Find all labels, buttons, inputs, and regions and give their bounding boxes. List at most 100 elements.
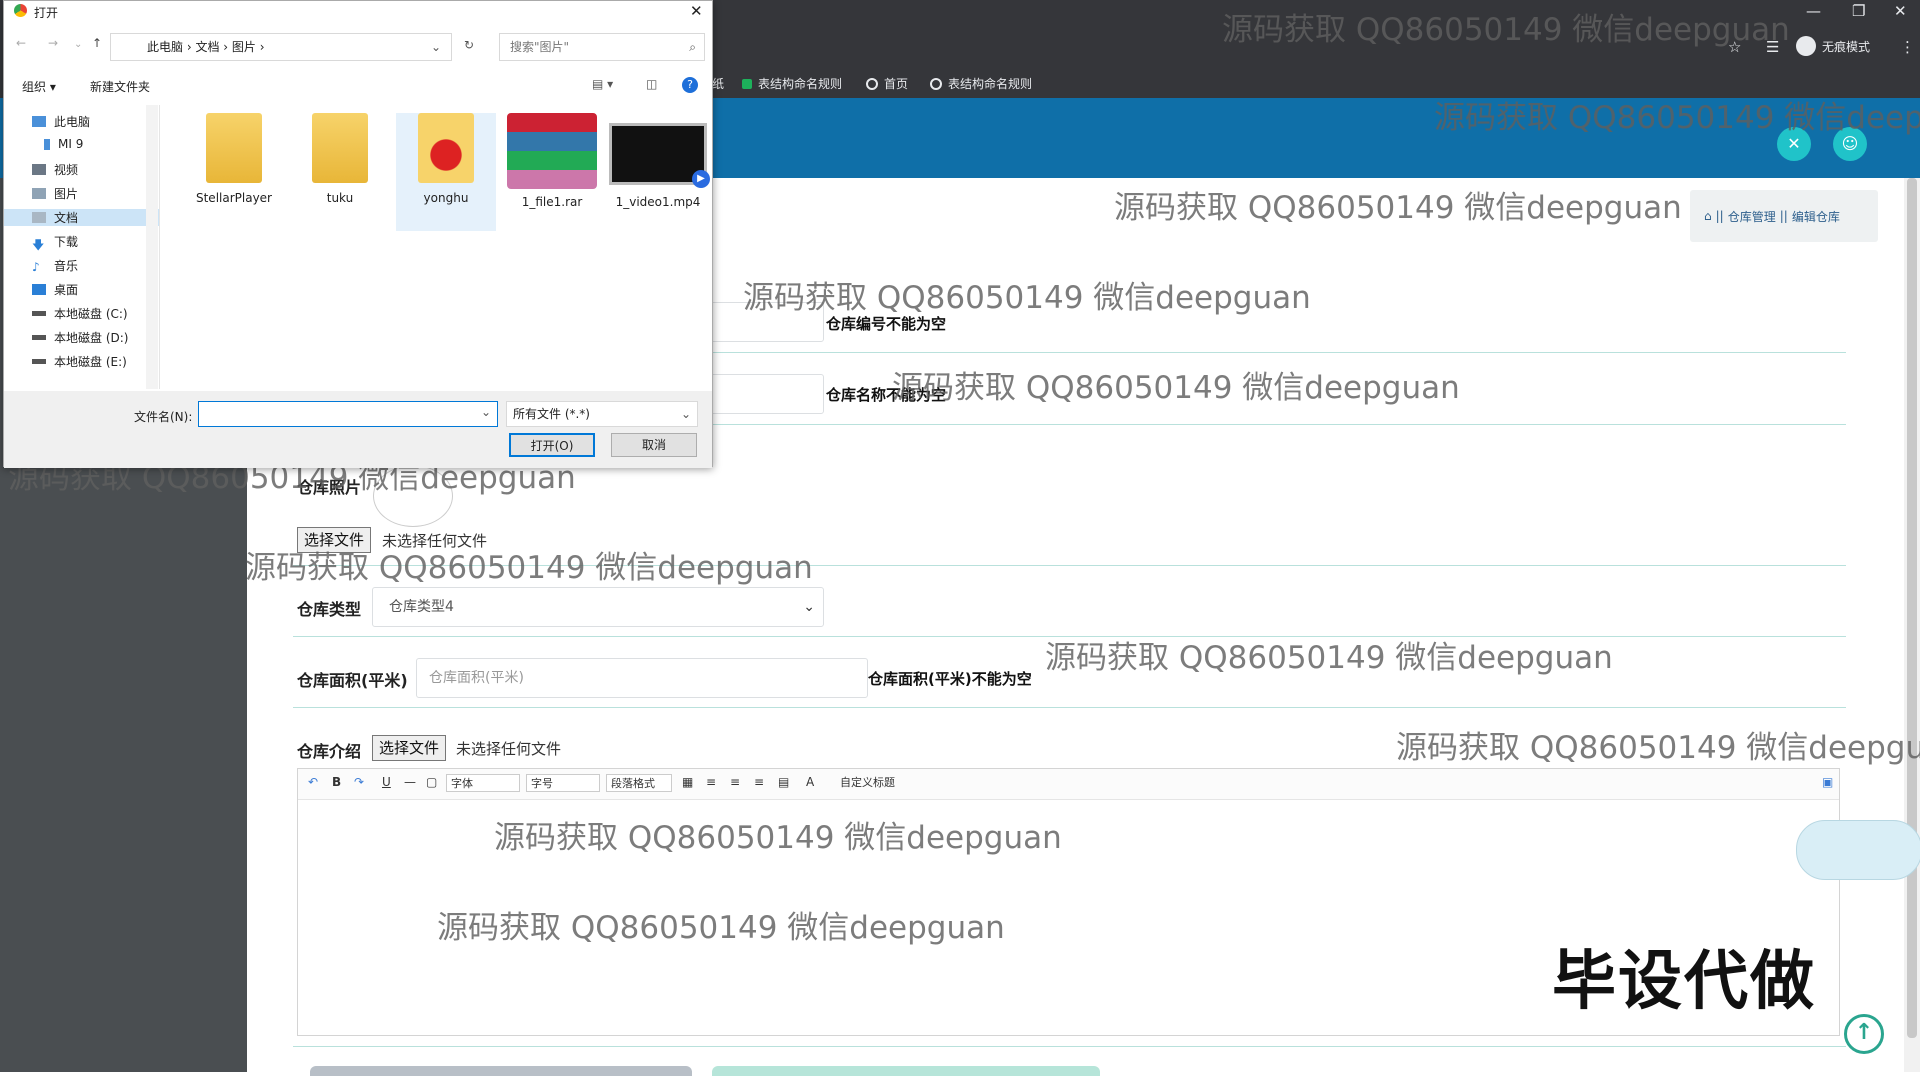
bookmark-label: 表结构命名规则 (758, 77, 843, 91)
fullscreen-editor-icon[interactable]: ▣ (1822, 775, 1833, 789)
picture-folder-icon (32, 188, 46, 199)
nav-item-label: 本地磁盘 (C:) (54, 307, 128, 321)
ime-widget[interactable] (1796, 820, 1920, 880)
nav-item[interactable]: 图片 (32, 185, 78, 202)
redo-icon[interactable]: ↷ (354, 775, 364, 789)
refresh-icon[interactable]: ↻ (464, 38, 474, 52)
organize-button[interactable]: 组织 ▾ (22, 78, 56, 95)
name-input[interactable] (700, 374, 824, 414)
drive-icon (32, 335, 46, 340)
divider (293, 707, 1846, 708)
watermark: 源码获取 QQ86050149 微信deepguan (1222, 12, 1790, 48)
back-to-top-icon[interactable]: ↑ (1844, 1014, 1884, 1054)
open-button[interactable]: 打开(O) (509, 433, 595, 457)
nav-item[interactable]: 本地磁盘 (C:) (32, 305, 128, 322)
align-left-icon[interactable]: ≡ (706, 775, 716, 789)
bookmark-item[interactable]: 纸 (712, 75, 724, 92)
page-icon[interactable]: ▢ (426, 775, 437, 789)
scrollbar-thumb[interactable] (1907, 178, 1917, 1038)
nav-scrollbar[interactable] (146, 105, 158, 389)
recent-dropdown-icon[interactable]: ⌄ (74, 39, 82, 50)
area-label: 仓库面积(平米) (297, 671, 408, 690)
align-center-icon[interactable]: ≡ (730, 775, 740, 789)
nav-item[interactable]: 此电脑 (32, 113, 90, 130)
close-icon[interactable]: ✕ (690, 2, 703, 20)
globe-icon (866, 77, 878, 90)
address-bar[interactable]: 此电脑 › 文档 › 图片 › ⌄ (110, 33, 452, 61)
nav-item[interactable]: 文档 (4, 209, 159, 226)
bookmark-label: 表结构命名规则 (948, 77, 1033, 91)
bookmark-item[interactable]: 表结构命名规则 (742, 75, 842, 92)
nav-item-label: 此电脑 (54, 115, 91, 129)
chevron-down-icon[interactable]: ⌄ (481, 405, 491, 419)
new-folder-button[interactable]: 新建文件夹 (90, 78, 150, 95)
area-input[interactable]: 仓库面积(平米) (416, 658, 868, 698)
font-size-select[interactable]: 字号 (526, 774, 600, 792)
chevron-down-icon[interactable]: ⌄ (431, 34, 441, 60)
video-folder-icon (32, 164, 46, 175)
help-icon[interactable]: ? (682, 77, 698, 93)
bold-button[interactable]: B (332, 775, 341, 789)
table-icon[interactable]: ▦ (682, 775, 693, 789)
menu-icon[interactable]: ⋮ (1900, 38, 1915, 56)
file-item[interactable]: StellarPlayer (184, 113, 284, 205)
bookmark-item[interactable]: 首页 (866, 75, 908, 92)
file-item[interactable]: 1_file1.rar (502, 113, 602, 209)
close-window-icon[interactable]: ✕ (1894, 2, 1907, 20)
watermark: 源码获取 QQ86050149 微信deepguan (743, 280, 1311, 316)
file-item[interactable]: ▶ 1_video1.mp4 (608, 113, 710, 209)
undo-icon[interactable]: ↶ (308, 775, 318, 789)
intro-file-button[interactable]: 选择文件 (372, 735, 447, 761)
file-item[interactable]: tuku (290, 113, 390, 205)
file-name: StellarPlayer (195, 191, 272, 205)
type-select[interactable]: 仓库类型4 ⌄ (372, 587, 824, 627)
cancel-button[interactable]: 取消 (611, 433, 697, 457)
justify-icon[interactable]: ▤ (778, 775, 789, 789)
submit-button[interactable] (310, 1066, 692, 1076)
nav-item[interactable]: ♪ 音乐 (32, 257, 78, 274)
nav-item[interactable]: 本地磁盘 (E:) (32, 353, 127, 370)
font-color-button[interactable]: A (806, 775, 814, 789)
navigation-pane: 此电脑 MI 9 视频 图片 文档 🡇 下载 ♪ 音乐 桌面 本地磁盘 (C:) 本… (4, 105, 160, 389)
bookmark-item[interactable]: 表结构命名规则 (930, 75, 1032, 92)
restore-icon[interactable]: ❐ (1852, 2, 1865, 20)
cancel-form-button[interactable] (712, 1066, 1100, 1076)
preview-pane-icon[interactable]: ◫ (646, 77, 657, 91)
nav-item-label: MI 9 (58, 137, 84, 151)
path-segment[interactable]: 此电脑 (147, 40, 183, 54)
custom-title-select[interactable]: 自定义标题 (836, 774, 906, 792)
font-family-label: 字体 (451, 777, 473, 790)
filename-input[interactable]: ⌄ (198, 401, 498, 427)
back-icon[interactable]: ← (16, 36, 26, 50)
underline-button[interactable]: U (382, 775, 391, 789)
horizontal-rule-icon[interactable]: — (404, 775, 416, 789)
bookmark-label: 首页 (884, 77, 909, 91)
path-segment[interactable]: 文档 (195, 40, 219, 54)
breadcrumb-item[interactable]: 仓库管理 (1728, 208, 1776, 225)
custom-title-label: 自定义标题 (840, 776, 895, 789)
forward-icon[interactable]: → (48, 36, 58, 50)
file-name: 1_file1.rar (521, 195, 583, 209)
search-input[interactable]: 搜索"图片" ⌕ (499, 33, 705, 61)
file-item[interactable]: yonghu (396, 113, 496, 231)
minimize-icon[interactable]: — (1806, 2, 1821, 20)
nav-item[interactable]: MI 9 (44, 137, 83, 151)
bookmark-label: 纸 (712, 77, 725, 91)
filetype-select[interactable]: 所有文件 (*.*) ⌄ (506, 401, 698, 427)
align-right-icon[interactable]: ≡ (754, 775, 764, 789)
view-options-icon[interactable]: ▤ ▾ (592, 77, 613, 91)
path-segment[interactable]: 图片 (232, 40, 256, 54)
desktop-icon (32, 284, 46, 295)
nav-item[interactable]: 🡇 下载 (32, 233, 78, 252)
home-icon[interactable]: ⌂ (1704, 209, 1712, 223)
incognito-indicator[interactable]: 无痕模式 (1796, 36, 1870, 56)
nav-item[interactable]: 本地磁盘 (D:) (32, 329, 128, 346)
paragraph-select[interactable]: 段落格式 (606, 774, 672, 792)
font-family-select[interactable]: 字体 (446, 774, 520, 792)
up-icon[interactable]: ↑ (92, 36, 102, 50)
watermark: 源码获取 QQ86050149 微信deepgu (1434, 100, 1920, 136)
nav-item-label: 本地磁盘 (D:) (54, 331, 129, 345)
drive-icon (32, 311, 46, 316)
nav-item[interactable]: 桌面 (32, 281, 78, 298)
nav-item[interactable]: 视频 (32, 161, 78, 178)
